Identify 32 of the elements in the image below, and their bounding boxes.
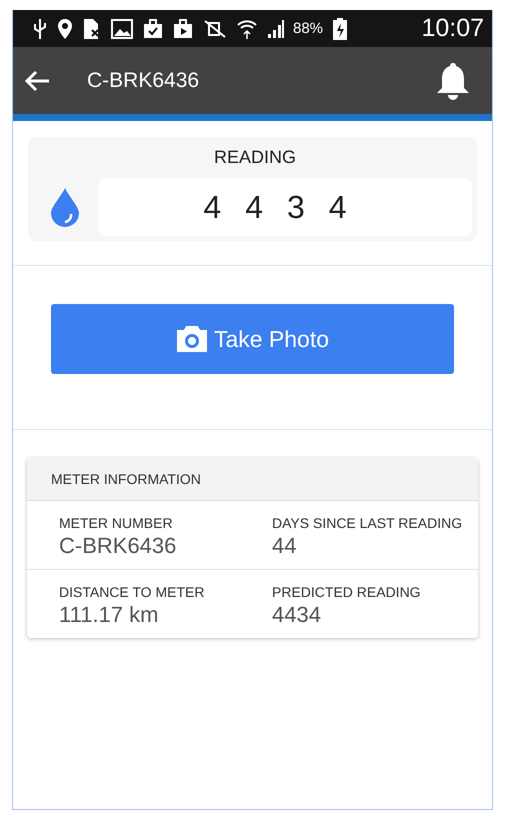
clock-time: 10:07 <box>421 14 484 43</box>
briefcase-check-icon <box>143 18 163 38</box>
card-heading: METER INFORMATION <box>51 471 201 487</box>
water-drop-icon <box>50 187 80 227</box>
camera-icon <box>176 325 208 353</box>
usb-icon <box>33 18 47 40</box>
field-label: PREDICTED READING <box>272 584 422 600</box>
battery-charging-icon <box>333 18 348 40</box>
reading-digit: 4 <box>245 188 263 226</box>
wifi-icon <box>237 18 257 40</box>
reading-digit: 4 <box>203 188 222 226</box>
field-value: C-BRK6436 <box>59 533 178 559</box>
field-value: 111.17 km <box>59 602 160 628</box>
field-value: 44 <box>272 533 298 559</box>
field-label: DISTANCE TO METER <box>59 584 206 600</box>
reading-digit: 4 <box>328 188 347 226</box>
sim-card-icon <box>83 18 101 40</box>
reading-digit: 3 <box>287 188 305 226</box>
field-label: DAYS SINCE LAST READING <box>272 515 464 531</box>
signal-icon <box>267 18 285 38</box>
field-label: METER NUMBER <box>59 515 174 531</box>
reading-field[interactable]: 4 4 3 4 <box>98 178 472 236</box>
back-arrow-icon[interactable] <box>25 70 51 92</box>
reading-label: READING <box>214 147 296 168</box>
take-photo-button[interactable]: Take Photo <box>51 304 454 374</box>
bell-icon[interactable] <box>436 62 470 100</box>
briefcase-play-icon <box>173 18 193 38</box>
app-bar-title: C-BRK6436 <box>87 68 200 92</box>
battery-percent: 88% <box>293 20 324 37</box>
image-icon <box>111 18 133 38</box>
field-value: 4434 <box>272 602 322 628</box>
location-pin-icon <box>57 18 73 40</box>
